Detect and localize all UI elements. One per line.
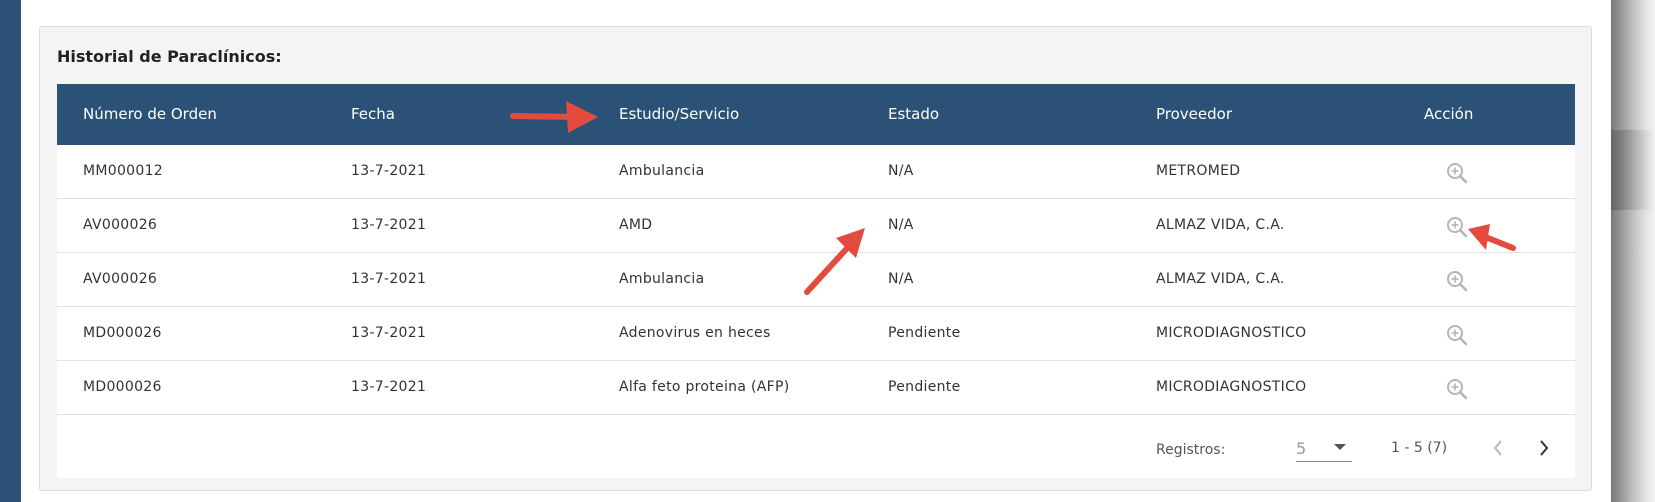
zoom-in-icon[interactable] (1446, 162, 1468, 184)
next-page-button[interactable] (1530, 434, 1558, 462)
cell-proveedor: MICRODIAGNOSTICO (1156, 325, 1307, 341)
caret-down-icon (1334, 444, 1346, 450)
cell-fecha: 13-7-2021 (351, 271, 427, 287)
cell-fecha: 13-7-2021 (351, 217, 427, 233)
cell-estado: N/A (888, 217, 914, 233)
chevron-left-icon (1493, 440, 1502, 456)
cell-estudio: Adenovirus en heces (619, 325, 771, 341)
header-estudio-servicio[interactable]: Estudio/Servicio (619, 84, 739, 145)
header-numero-orden[interactable]: Número de Orden (83, 84, 217, 145)
cell-fecha: 13-7-2021 (351, 379, 427, 395)
header-accion: Acción (1424, 105, 1474, 123)
cell-orden: AV000026 (83, 217, 158, 233)
zoom-in-icon[interactable] (1446, 216, 1468, 238)
registros-value: 5 (1296, 439, 1307, 458)
cell-estado: N/A (888, 163, 914, 179)
background-photo (1611, 0, 1655, 502)
cell-proveedor: METROMED (1156, 163, 1241, 179)
cell-orden: MD000026 (83, 325, 162, 341)
header-fecha[interactable]: Fecha (351, 84, 395, 145)
table-row: AV000026 13-7-2021 AMD N/A ALMAZ VIDA, C… (57, 199, 1575, 253)
cell-orden: AV000026 (83, 271, 158, 287)
card-title: Historial de Paraclínicos: (57, 47, 282, 66)
paraclinicos-table: Número de Orden Fecha Estudio/Servicio E… (57, 84, 1575, 478)
table-header: Número de Orden Fecha Estudio/Servicio E… (57, 84, 1575, 145)
header-proveedor[interactable]: Proveedor (1156, 84, 1232, 145)
cell-orden: MD000026 (83, 379, 162, 395)
cell-estudio: Alfa feto proteina (AFP) (619, 379, 790, 395)
cell-proveedor: ALMAZ VIDA, C.A. (1156, 217, 1285, 233)
cell-estudio: Ambulancia (619, 163, 705, 179)
cell-orden: MM000012 (83, 163, 164, 179)
registros-select[interactable]: 5 (1296, 436, 1352, 462)
cell-estado: N/A (888, 271, 914, 287)
left-sidebar-strip (0, 0, 21, 502)
zoom-in-icon[interactable] (1446, 324, 1468, 346)
zoom-in-icon[interactable] (1446, 270, 1468, 292)
registros-label: Registros: (1156, 442, 1226, 458)
table-row: MD000026 13-7-2021 Adenovirus en heces P… (57, 307, 1575, 361)
cell-estado: Pendiente (888, 325, 961, 341)
table-row: MM000012 13-7-2021 Ambulancia N/A METROM… (57, 145, 1575, 199)
pagination-range: 1 - 5 (7) (1391, 440, 1448, 456)
cell-estudio: Ambulancia (619, 271, 705, 287)
cell-fecha: 13-7-2021 (351, 325, 427, 341)
zoom-in-icon[interactable] (1446, 378, 1468, 400)
cell-estudio: AMD (619, 217, 653, 233)
prev-page-button[interactable] (1484, 434, 1512, 462)
table-row: AV000026 13-7-2021 Ambulancia N/A ALMAZ … (57, 253, 1575, 307)
table-row: MD000026 13-7-2021 Alfa feto proteina (A… (57, 361, 1575, 415)
cell-estado: Pendiente (888, 379, 961, 395)
header-estado[interactable]: Estado (888, 84, 939, 145)
cell-proveedor: MICRODIAGNOSTICO (1156, 379, 1307, 395)
chevron-right-icon (1540, 440, 1549, 456)
cell-fecha: 13-7-2021 (351, 163, 427, 179)
cell-proveedor: ALMAZ VIDA, C.A. (1156, 271, 1285, 287)
